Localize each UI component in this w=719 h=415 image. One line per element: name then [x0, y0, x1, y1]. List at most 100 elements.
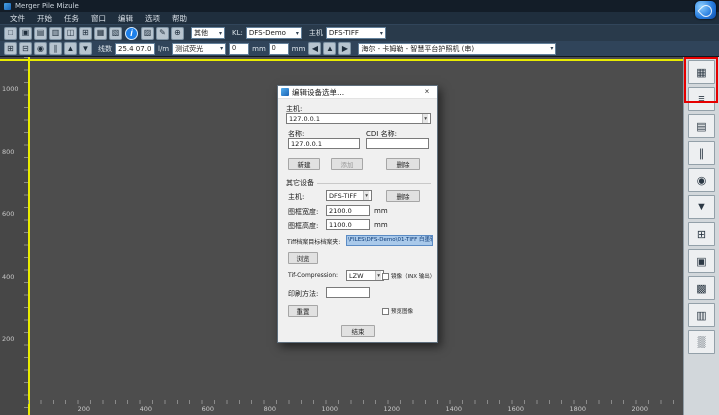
close-icon[interactable]: ×	[420, 86, 434, 98]
side-tool-icon[interactable]: ▣	[688, 249, 715, 273]
arrow-icon[interactable]: ◀	[308, 42, 321, 55]
line-count-value[interactable]: 25.4 07.0	[115, 43, 155, 55]
toolbar-icon[interactable]: ◉	[34, 42, 47, 55]
preview-checkbox[interactable]: 预览图像	[382, 307, 413, 315]
ruler-number: 600	[2, 210, 19, 273]
screening-combo[interactable]: 测试荧光 ▾	[172, 43, 226, 55]
reset-button[interactable]: 重置	[288, 305, 318, 317]
height-label: 图框高度:	[288, 221, 318, 231]
menu-item[interactable]: 选项	[139, 13, 166, 24]
toolbar-icon[interactable]: ▦	[94, 27, 107, 40]
method-label: 印刷方法:	[288, 289, 318, 299]
x-offset-unit: mm	[252, 45, 266, 53]
other-devices-label: 其它设备	[286, 178, 314, 188]
height-unit: mm	[374, 221, 388, 229]
compression-select[interactable]: LZW ▾	[346, 270, 384, 281]
toolbar-icon[interactable]: ◫	[64, 27, 77, 40]
info-icon[interactable]: i	[125, 27, 138, 40]
ruler-number: 1800	[524, 404, 586, 414]
toolbar-icon-group-left: □▣▤▥◫⊞▦▧	[4, 27, 122, 40]
side-tool-icon[interactable]: ∥	[688, 141, 715, 165]
toolbar-icon[interactable]: ⊟	[19, 42, 32, 55]
side-tool-icon[interactable]: ▦	[688, 60, 715, 84]
menu-item[interactable]: 开始	[31, 13, 58, 24]
arrow-icon[interactable]: ▶	[338, 42, 351, 55]
side-tool-icon[interactable]: ◉	[688, 168, 715, 192]
host-label: 主机	[309, 28, 323, 38]
menu-item[interactable]: 任务	[58, 13, 85, 24]
side-tool-icon[interactable]: ▒	[688, 330, 715, 354]
end-button[interactable]: 结束	[341, 325, 375, 337]
add-button[interactable]: 添加	[331, 158, 363, 170]
mirror-checkbox[interactable]: 镜像（INX 输出）	[382, 272, 435, 280]
side-tool-icon[interactable]: ≡	[688, 87, 715, 111]
toolbar-icon[interactable]: ▥	[49, 27, 62, 40]
nav-arrow-icons: ◀▲▶	[308, 42, 351, 55]
tiff-folder-label: Tiff档案目标档案夹:	[287, 237, 340, 246]
toolbar-icon[interactable]: ⊕	[171, 27, 184, 40]
side-tool-icon[interactable]: ▩	[688, 276, 715, 300]
right-tool-panel: ▦ ≡ ▤ ∥ ◉ ▼ ⊞ ▣ ▩ ▥ ▒	[683, 57, 719, 415]
chevron-down-icon: ▾	[548, 45, 553, 52]
toolbar-icon[interactable]: ⊞	[79, 27, 92, 40]
arrow-icon[interactable]: ▲	[323, 42, 336, 55]
menu-item[interactable]: 窗口	[85, 13, 112, 24]
toolbar-icon-group-right: ▨✎⊕	[141, 27, 184, 40]
height-input[interactable]	[326, 219, 370, 230]
kl-combo[interactable]: DFS-Demo ▾	[246, 27, 302, 39]
menu-item[interactable]: 帮助	[166, 13, 193, 24]
toolbar-icon[interactable]: ▼	[79, 42, 92, 55]
host-combo[interactable]: DFS-TIFF ▾	[326, 27, 386, 39]
browse-button[interactable]: 浏览	[288, 252, 318, 264]
screen-toolbar: ⊞⊟◉∥▲▼ 线数 25.4 07.0 l/m 测试荧光 ▾ mm mm ◀▲▶…	[0, 41, 719, 57]
toolbar-icon[interactable]: ▧	[109, 27, 122, 40]
toolbar-icon[interactable]: ▣	[19, 27, 32, 40]
toolbar-icon[interactable]: □	[4, 27, 17, 40]
remove-device-button[interactable]: 删除	[386, 190, 420, 202]
side-tool-icon[interactable]: ▤	[688, 114, 715, 138]
tiff-folder-path[interactable]: \FILES\DFS-Demo\01-TIFF 白墨输出文件\	[346, 235, 433, 246]
profile-combo[interactable]: 海尔 - 卡姆勒 - 智慧平台护照机 (串) ▾	[358, 43, 556, 55]
toolbar-icon[interactable]: ▤	[34, 27, 47, 40]
width-unit: mm	[374, 207, 388, 215]
chevron-down-icon: ▾	[294, 30, 299, 37]
y-offset-input[interactable]	[269, 43, 289, 55]
application-window: Merger Pile Mizule 文件开始任务窗口编辑选项帮助 □▣▤▥◫⊞…	[0, 0, 719, 415]
host-select[interactable]: 127.0.0.1 ▾	[286, 113, 431, 124]
other-host-select[interactable]: DFS-TIFF ▾	[326, 190, 372, 201]
line-count-unit: l/m	[158, 45, 169, 53]
ruler-number: 1200	[338, 404, 400, 414]
width-label: 图框宽度:	[288, 207, 318, 217]
toolbar-icon[interactable]: ▲	[64, 42, 77, 55]
checkbox-icon	[382, 273, 389, 280]
method-input[interactable]	[326, 287, 370, 298]
side-tool-icon[interactable]: ▼	[688, 195, 715, 219]
cdi-name-input[interactable]	[366, 138, 429, 149]
remove-button[interactable]: 删除	[386, 158, 420, 170]
toolbar-icon[interactable]: ⊞	[4, 42, 17, 55]
chevron-down-icon: ▾	[378, 30, 383, 37]
other-combo[interactable]: 其他 ▾	[191, 27, 225, 39]
ruler-number: 200	[28, 404, 90, 414]
toolbar-icon[interactable]: ∥	[49, 42, 62, 55]
menu-item[interactable]: 文件	[4, 13, 31, 24]
host-select-value: 127.0.0.1	[289, 115, 320, 123]
toolbar-icon[interactable]: ▨	[141, 27, 154, 40]
new-button[interactable]: 新建	[288, 158, 320, 170]
window-title: Merger Pile Mizule	[15, 2, 79, 10]
screening-combo-value: 测试荧光	[175, 44, 203, 54]
y-offset-unit: mm	[292, 45, 306, 53]
ruler-number: 1000	[2, 85, 19, 148]
x-offset-input[interactable]	[229, 43, 249, 55]
screen-toolbar-icons: ⊞⊟◉∥▲▼	[4, 42, 92, 55]
side-tool-icon[interactable]: ⊞	[688, 222, 715, 246]
menu-item[interactable]: 编辑	[112, 13, 139, 24]
other-devices-section: 其它设备	[286, 178, 431, 188]
toolbar-icon[interactable]: ✎	[156, 27, 169, 40]
side-tool-icon[interactable]: ▥	[688, 303, 715, 327]
width-input[interactable]	[326, 205, 370, 216]
dialog-titlebar[interactable]: 编辑设备选单... ×	[278, 86, 437, 99]
canvas[interactable]: 1000800600400200 20040060080010001200140…	[0, 57, 683, 415]
name-input[interactable]	[288, 138, 360, 149]
brand-logo-icon	[695, 1, 716, 19]
